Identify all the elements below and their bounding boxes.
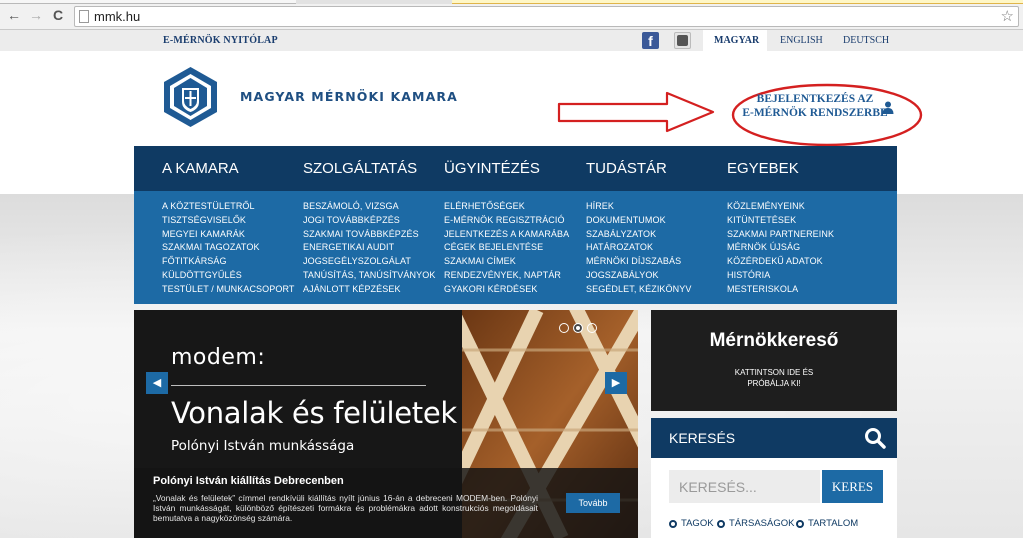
menu-item[interactable]: SEGÉDLET, KÉZIKÖNYV: [586, 284, 691, 294]
back-icon[interactable]: ←: [6, 7, 22, 23]
reload-icon[interactable]: C: [50, 7, 66, 23]
e-mernok-login-link[interactable]: BEJELENTKEZÉS AZ E-MÉRNÖK RENDSZERBE: [742, 92, 888, 120]
search-widget: KERESÉS KERES TAGOK TÁRSASÁGOK TARTALOM: [651, 418, 897, 538]
language-english[interactable]: ENGLISH: [780, 35, 823, 46]
engineer-finder-banner[interactable]: Mérnökkereső KATTINTSON IDE ÉS PRÓBÁLJA …: [651, 310, 897, 411]
address-bar[interactable]: mmk.hu ☆: [74, 6, 1019, 27]
menu-head-egyebek[interactable]: EGYEBEK: [727, 160, 799, 177]
menu-item[interactable]: SZAKMAI TAGOZATOK: [162, 242, 260, 252]
youtube-icon[interactable]: [674, 32, 691, 49]
more-button[interactable]: Tovább: [566, 493, 620, 513]
search-button[interactable]: KERES: [822, 470, 883, 503]
facebook-icon[interactable]: f: [642, 32, 659, 49]
site-name[interactable]: MAGYAR MÉRNÖKI KAMARA: [240, 89, 458, 104]
slide-title[interactable]: Vonalak és felületek: [171, 396, 457, 430]
menu-item[interactable]: KÜLDÖTTGYŰLÉS: [162, 270, 242, 280]
menu-item[interactable]: FŐTITKÁRSÁG: [162, 256, 227, 266]
e-mernok-home-link[interactable]: E-MÉRNÖK NYITÓLAP: [163, 35, 278, 46]
caption-title[interactable]: Polónyi István kiállítás Debrecenben: [153, 475, 344, 487]
menu-item[interactable]: HATÁROZATOK: [586, 242, 653, 252]
language-deutsch[interactable]: DEUTSCH: [843, 35, 889, 46]
menu-item[interactable]: TISZTSÉGVISELŐK: [162, 215, 246, 225]
slider-dot-2[interactable]: [573, 323, 583, 333]
menu-head-kamara[interactable]: A KAMARA: [162, 160, 239, 177]
menu-item[interactable]: CÉGEK BEJELENTÉSE: [444, 242, 543, 252]
radio-icon: [669, 520, 677, 528]
browser-toolbar: ← → C mmk.hu ☆: [0, 0, 1023, 30]
featured-slider: modem: Vonalak és felületek Polónyi Istv…: [134, 310, 638, 538]
browser-tab-active[interactable]: [452, 0, 1023, 4]
search-header: KERESÉS: [651, 418, 897, 458]
slide-caption: Polónyi István kiállítás Debrecenben „Vo…: [134, 468, 638, 538]
annotation-arrow: [557, 91, 715, 133]
menu-head-ugyintezes[interactable]: ÜGYINTÉZÉS: [444, 160, 540, 177]
menu-item[interactable]: SZAKMAI PARTNEREINK: [727, 229, 834, 239]
radio-icon: [717, 520, 725, 528]
slider-dot-3[interactable]: [587, 323, 597, 333]
menu-item[interactable]: KÖZÉRDEKŰ ADATOK: [727, 256, 823, 266]
main-mega-menu: A KAMARA A KÖZTESTÜLETRŐL TISZTSÉGVISELŐ…: [134, 146, 897, 304]
menu-item[interactable]: SZAKMAI TOVÁBBKÉPZÉS: [303, 229, 419, 239]
menu-item[interactable]: MEGYEI KAMARÁK: [162, 229, 245, 239]
caption-text: „Vonalak és felületek” címmel rendkívüli…: [153, 493, 538, 523]
menu-item[interactable]: RENDEZVÉNYEK, NAPTÁR: [444, 270, 561, 280]
search-input[interactable]: [669, 470, 820, 503]
menu-item[interactable]: MÉRNÖKI DÍJSZABÁS: [586, 256, 681, 266]
menu-item[interactable]: HÍREK: [586, 201, 614, 211]
radio-icon: [796, 520, 804, 528]
menu-item[interactable]: MESTERISKOLA: [727, 284, 798, 294]
menu-item[interactable]: KÖZLEMÉNYEINK: [727, 201, 805, 211]
url-text[interactable]: mmk.hu: [94, 9, 140, 24]
menu-item[interactable]: TANÚSÍTÁS, TANÚSÍTVÁNYOK: [303, 270, 435, 280]
menu-item[interactable]: JOGSEGÉLYSZOLGÁLAT: [303, 256, 411, 266]
search-icon[interactable]: [864, 427, 886, 449]
user-icon[interactable]: [882, 101, 894, 114]
menu-item[interactable]: ENERGETIKAI AUDIT: [303, 242, 394, 252]
menu-item[interactable]: SZABÁLYZATOK: [586, 229, 656, 239]
menu-item[interactable]: MÉRNÖK ÚJSÁG: [727, 242, 800, 252]
menu-head-tudastar[interactable]: TUDÁSTÁR: [586, 160, 667, 177]
forward-icon[interactable]: →: [28, 7, 44, 23]
menu-item[interactable]: SZAKMAI CÍMEK: [444, 256, 516, 266]
radio-label: TÁRSASÁGOK: [729, 518, 795, 529]
menu-item[interactable]: JELENTKEZÉS A KAMARÁBA: [444, 229, 569, 239]
slider-next-icon[interactable]: ▶: [605, 372, 627, 394]
language-magyar[interactable]: MAGYAR: [714, 35, 759, 46]
menu-item[interactable]: KITÜNTETÉSEK: [727, 215, 796, 225]
menu-item[interactable]: E-MÉRNÖK REGISZTRÁCIÓ: [444, 215, 565, 225]
menu-head-szolgaltatas[interactable]: SZOLGÁLTATÁS: [303, 160, 417, 177]
menu-item[interactable]: BESZÁMOLÓ, VIZSGA: [303, 201, 399, 211]
slider-prev-icon[interactable]: ◀: [146, 372, 168, 394]
finder-title: Mérnökkereső: [709, 330, 839, 351]
radio-label: TAGOK: [681, 518, 714, 529]
divider: [171, 385, 426, 386]
utility-bar: E-MÉRNÖK NYITÓLAP f MAGYAR ENGLISH DEUTS…: [0, 30, 1023, 51]
menu-item[interactable]: TESTÜLET / MUNKACSOPORT: [162, 284, 295, 294]
login-line-2: E-MÉRNÖK RENDSZERBE: [742, 107, 888, 119]
menu-item[interactable]: AJÁNLOTT KÉPZÉSEK: [303, 284, 401, 294]
login-line-1: BEJELENTKEZÉS AZ: [756, 93, 874, 105]
page-icon: [79, 10, 89, 23]
bookmark-star-icon[interactable]: ☆: [1001, 7, 1014, 25]
menu-item[interactable]: JOGSZABÁLYOK: [586, 270, 659, 280]
search-title: KERESÉS: [669, 430, 736, 446]
menu-item[interactable]: GYAKORI KÉRDÉSEK: [444, 284, 537, 294]
slide-subtitle: Polónyi István munkássága: [171, 438, 355, 454]
menu-item[interactable]: HISTÓRIA: [727, 270, 770, 280]
chamber-logo-icon[interactable]: [162, 66, 219, 128]
menu-item[interactable]: JOGI TOVÁBBKÉPZÉS: [303, 215, 400, 225]
menu-item[interactable]: A KÖZTESTÜLETRŐL: [162, 201, 255, 211]
menu-item[interactable]: DOKUMENTUMOK: [586, 215, 666, 225]
finder-subtitle: KATTINTSON IDE ÉS PRÓBÁLJA KI!: [734, 368, 814, 388]
browser-tab[interactable]: [0, 0, 296, 4]
menu-item[interactable]: ELÉRHETŐSÉGEK: [444, 201, 525, 211]
radio-label: TARTALOM: [808, 518, 859, 529]
modem-logo: modem:: [171, 345, 266, 370]
slider-dot-1[interactable]: [559, 323, 569, 333]
